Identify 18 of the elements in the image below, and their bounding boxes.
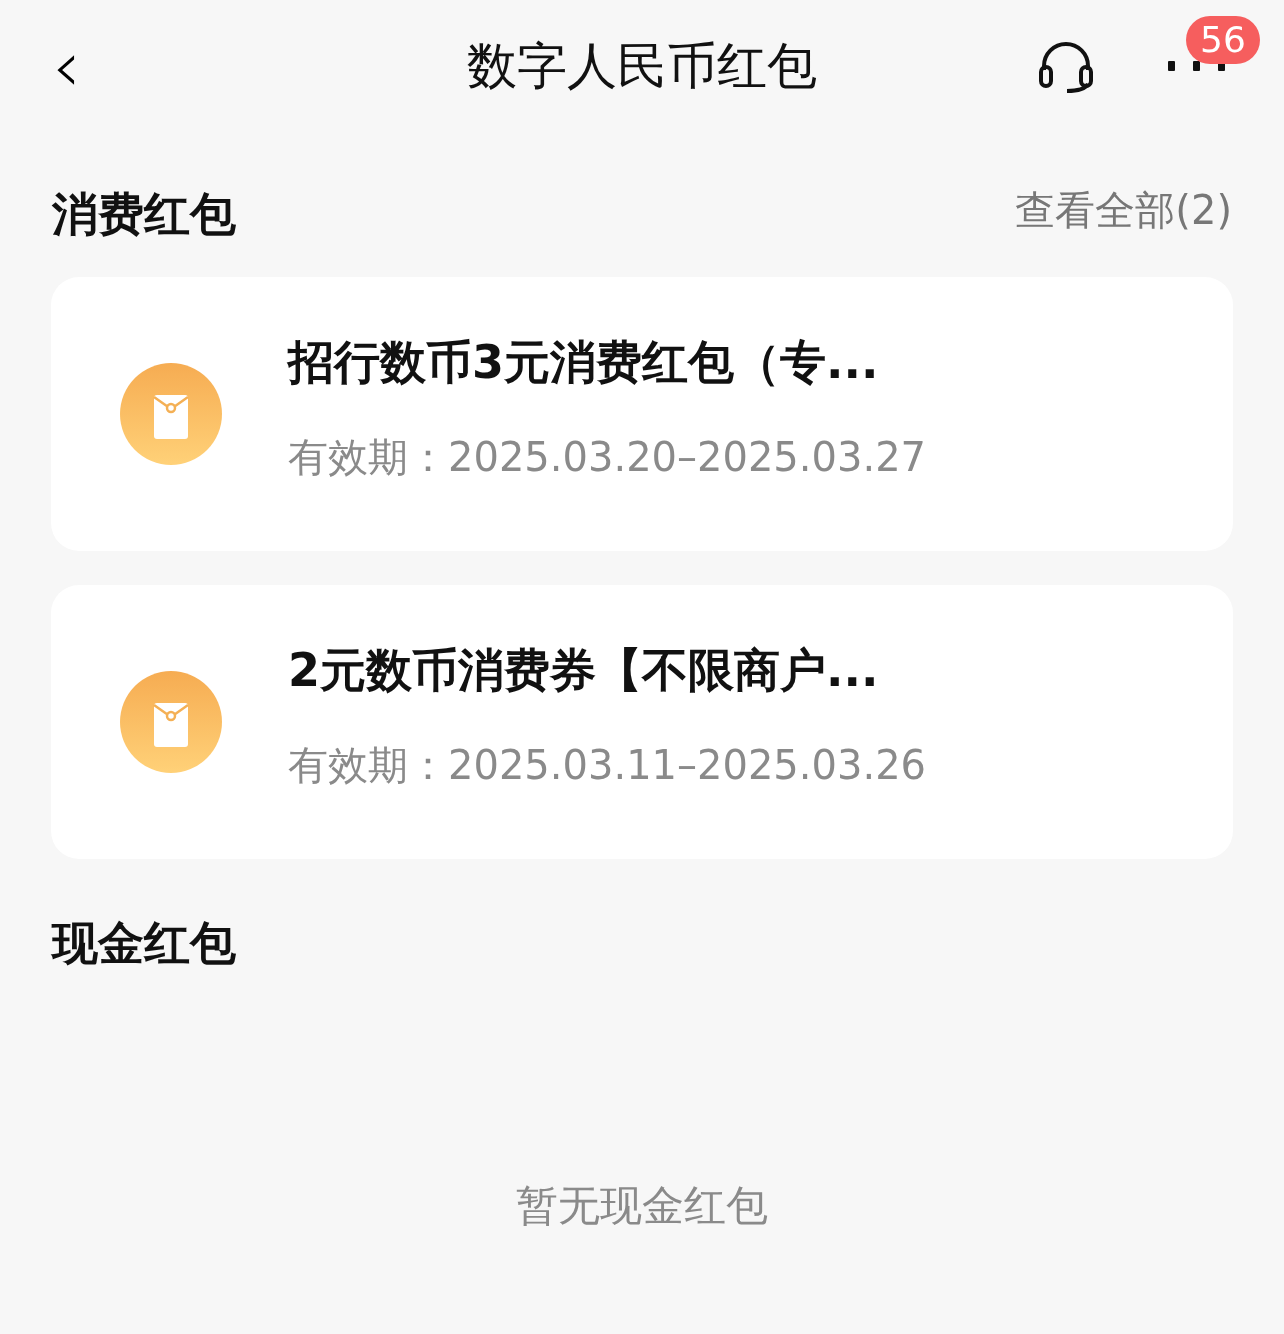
validity-label: 有效期： [288,740,448,790]
page-title: 数字人民币红包 [467,35,817,97]
packet-name: 招行数币3元消费红包（专... [288,333,880,391]
back-button[interactable]: ‹ [52,30,81,102]
validity-dates: 2025.03.20–2025.03.27 [448,432,927,482]
section-title: 现金红包 [50,915,237,972]
notification-badge: 56 [1186,16,1260,64]
coupon-card[interactable]: 2元数币消费券【不限商户... 有效期：2025.03.11–2025.03.26 [51,585,1233,859]
view-all-link[interactable]: 查看全部(2) [1015,179,1232,240]
coupon-card[interactable]: 招行数币3元消费红包（专... 有效期：2025.03.20–2025.03.27 [51,277,1233,551]
empty-message: 暂无现金红包 [515,1180,769,1232]
packet-name: 2元数币消费券【不限商户... [288,641,880,699]
envelope-icon [120,671,222,773]
validity-label: 有效期： [288,432,448,482]
headset-icon[interactable] [1038,40,1094,94]
validity-dates: 2025.03.11–2025.03.26 [448,740,927,790]
section-title: 消费红包 [52,186,236,243]
envelope-icon [120,363,222,465]
